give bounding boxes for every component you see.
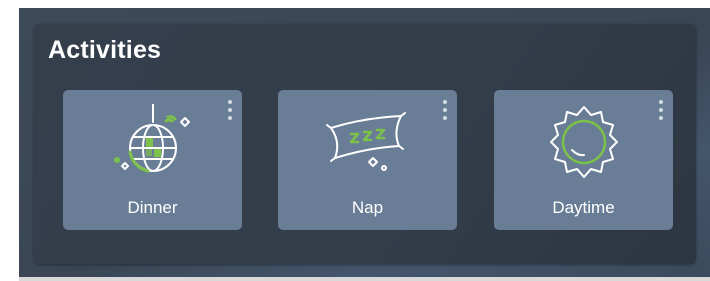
activity-tile-nap[interactable]: Nap (278, 90, 457, 230)
tile-label: Nap (351, 198, 384, 217)
more-options-icon[interactable] (226, 100, 234, 120)
dashboard-screen: Activities Dinner Nap Daytime (19, 0, 710, 281)
panel-title: Activities (48, 36, 162, 64)
tile-label: Daytime (552, 198, 615, 217)
activities-panel: Activities Dinner Nap Daytime (34, 24, 696, 264)
more-options-icon[interactable] (441, 100, 449, 120)
sun-icon (549, 106, 618, 178)
disco-ball-icon (113, 104, 190, 173)
tile-label: Dinner (127, 198, 178, 217)
more-options-icon[interactable] (657, 100, 665, 120)
top-strip (19, 0, 710, 8)
pillow-icon (325, 112, 406, 171)
activity-tile-dinner[interactable]: Dinner (63, 90, 242, 230)
activity-tile-daytime[interactable]: Daytime (494, 90, 673, 230)
